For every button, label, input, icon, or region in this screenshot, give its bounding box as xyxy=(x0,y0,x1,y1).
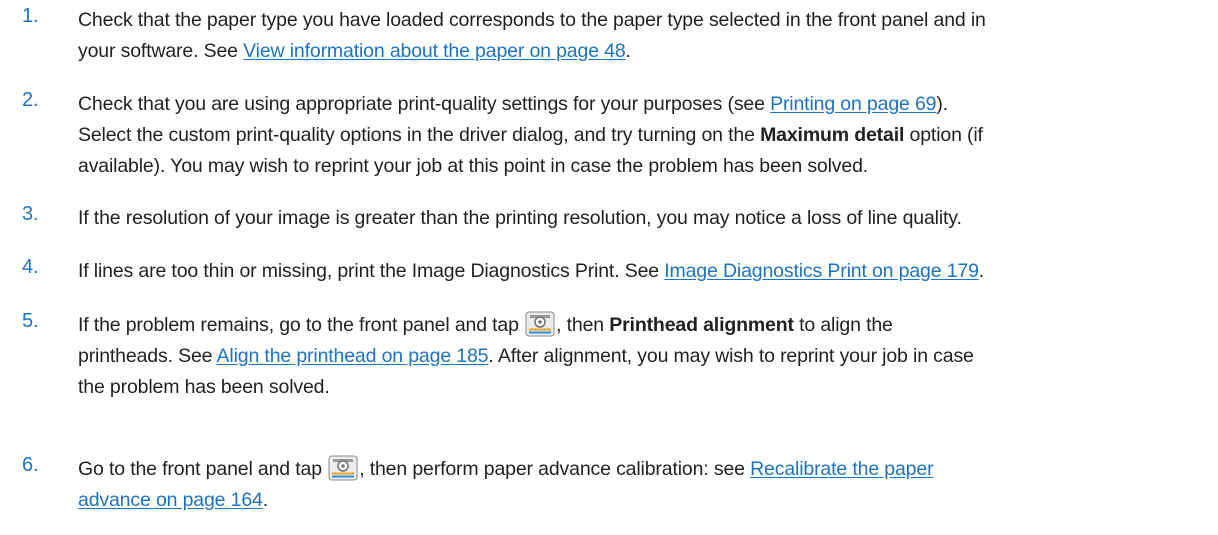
text-run: ). xyxy=(936,93,948,115)
text-run: Select the custom print-quality options … xyxy=(78,124,761,146)
option-name: Printhead alignment xyxy=(609,314,794,336)
step-line: Check that the paper type you have loade… xyxy=(78,5,1213,36)
step-line: Go to the front panel and tap , then per… xyxy=(78,454,1213,485)
image-quality-maintenance-icon xyxy=(525,311,555,337)
image-quality-maintenance-icon xyxy=(328,455,358,481)
text-run: printheads. See xyxy=(78,345,217,367)
link-printing[interactable]: Printing on page 69 xyxy=(770,93,936,115)
step-line: the problem has been solved. xyxy=(78,372,1213,403)
step-number: 6. xyxy=(22,454,39,476)
step-line: If lines are too thin or missing, print … xyxy=(78,256,1213,287)
step-text: If lines are too thin or missing, print … xyxy=(78,256,1213,287)
text-run: . xyxy=(262,489,269,511)
text-run: If the resolution of your image is great… xyxy=(78,207,962,229)
step-number: 2. xyxy=(22,89,39,111)
link-view-paper-info[interactable]: View information about the paper on page… xyxy=(243,40,626,62)
step-line: If the problem remains, go to the front … xyxy=(78,310,1213,341)
option-name: Maximum detail xyxy=(760,124,905,146)
step-text: Check that the paper type you have loade… xyxy=(78,5,1213,67)
step-number: 4. xyxy=(22,256,39,278)
text-run: available). You may wish to reprint your… xyxy=(78,155,869,177)
text-run: Check that you are using appropriate pri… xyxy=(78,93,771,115)
text-run: option (if xyxy=(904,124,983,146)
step-text: Check that you are using appropriate pri… xyxy=(78,89,1213,182)
step-line: Select the custom print-quality options … xyxy=(78,120,1213,151)
text-run: Check that the paper type you have loade… xyxy=(78,9,986,31)
text-run: to align the xyxy=(793,314,893,336)
text-run: . xyxy=(625,40,631,62)
step-line: If the resolution of your image is great… xyxy=(78,203,1213,234)
step-line: advance on page 164. xyxy=(78,485,1213,516)
text-run: If the problem remains, go to the front … xyxy=(78,314,525,336)
text-run: your software. See xyxy=(78,40,244,62)
step-line: your software. See View information abou… xyxy=(78,36,1213,67)
step-line: Check that you are using appropriate pri… xyxy=(78,89,1213,120)
step-text: If the resolution of your image is great… xyxy=(78,203,1213,234)
text-run: . After alignment, you may wish to repri… xyxy=(488,345,974,367)
text-run: Go to the front panel and tap xyxy=(78,458,328,480)
link-align-printhead[interactable]: Align the printhead on page 185 xyxy=(217,345,489,367)
step-line: available). You may wish to reprint your… xyxy=(78,151,1213,182)
link-image-diagnostics-print[interactable]: Image Diagnostics Print on page 179 xyxy=(664,260,979,282)
text-run: , then perform paper advance calibration… xyxy=(359,458,751,480)
step-text: If the problem remains, go to the front … xyxy=(78,310,1213,403)
step-number: 1. xyxy=(22,5,39,27)
link-recalibrate-paper-advance[interactable]: advance on page 164 xyxy=(78,489,263,511)
text-run: , then xyxy=(556,314,610,336)
step-text: Go to the front panel and tap , then per… xyxy=(78,454,1213,516)
text-run: . xyxy=(978,260,985,282)
text-run: If lines are too thin or missing, print … xyxy=(78,260,665,282)
text-run: the problem has been solved. xyxy=(78,376,330,398)
step-number: 5. xyxy=(22,310,39,332)
step-number: 3. xyxy=(22,203,39,225)
link-recalibrate-paper-advance[interactable]: Recalibrate the paper xyxy=(750,458,933,480)
step-line: printheads. See Align the printhead on p… xyxy=(78,341,1213,372)
